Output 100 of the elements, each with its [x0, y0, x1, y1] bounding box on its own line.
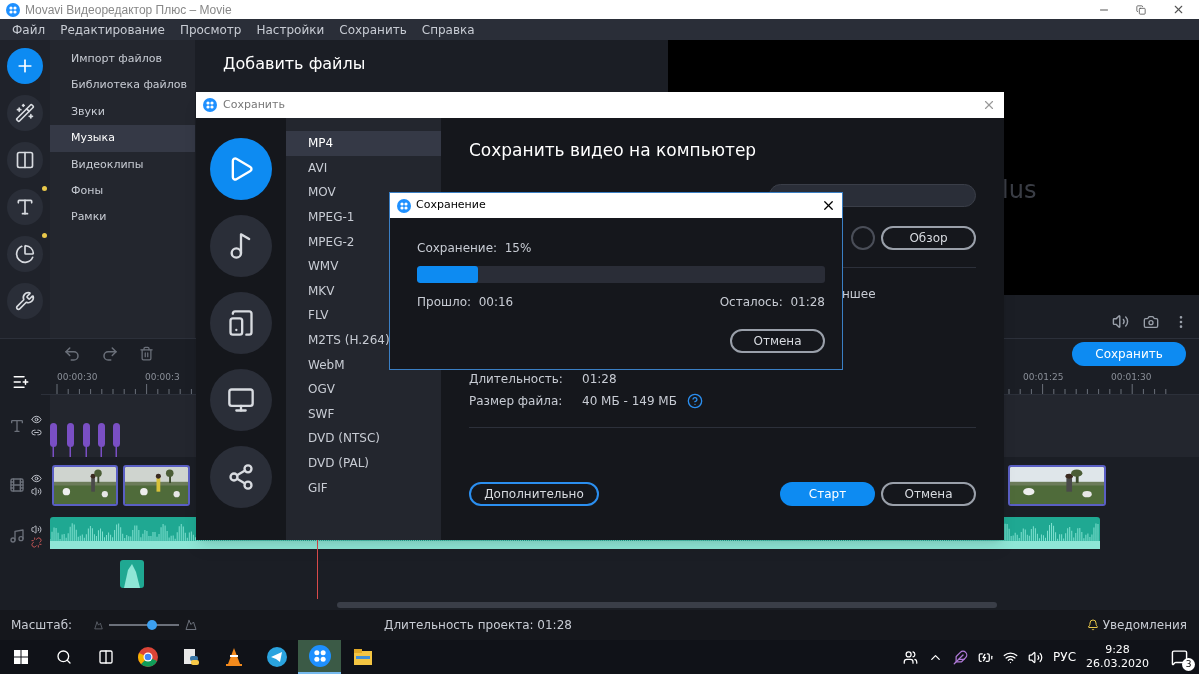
file-size-value: 40 МБ - 149 МБ	[582, 393, 677, 410]
paper-plane-icon	[266, 647, 287, 667]
save-button[interactable]: Сохранить	[1072, 341, 1186, 366]
category-item[interactable]: Импорт файлов	[50, 46, 195, 73]
format-item[interactable]: AVI	[286, 155, 441, 181]
volume-icon[interactable]	[1112, 313, 1129, 330]
ruler-time: 00:00:30	[57, 370, 99, 384]
tool-button[interactable]	[7, 95, 43, 131]
preview-text: lus	[1002, 176, 1037, 204]
clock-date: 26.03.2020	[1086, 657, 1149, 671]
ruler-time: 00:00:3	[145, 370, 181, 384]
magic-wand-icon	[15, 103, 35, 123]
category-item[interactable]: Фоны	[50, 177, 195, 205]
delete-icon[interactable]	[139, 346, 154, 362]
traffic-cone-icon	[223, 647, 244, 667]
browser-icon	[137, 647, 158, 667]
video-clip[interactable]	[52, 464, 118, 506]
scrollbar-thumb[interactable]	[337, 601, 997, 608]
restore-icon[interactable]	[1136, 4, 1146, 15]
people-icon[interactable]	[903, 649, 919, 665]
link-icon[interactable]	[30, 427, 42, 438]
undo-icon[interactable]	[63, 344, 81, 363]
elapsed-time: Прошло: 00:16	[417, 294, 514, 311]
zoom-in-icon[interactable]	[185, 619, 198, 631]
new-badge	[42, 233, 47, 238]
volume-icon[interactable]	[30, 524, 42, 535]
format-item[interactable]: GIF	[286, 475, 441, 500]
tools-icon	[15, 291, 35, 311]
category-item[interactable]: Рамки	[50, 204, 195, 231]
app-logo-icon	[308, 645, 331, 667]
advanced-button[interactable]: Дополнительно	[469, 482, 599, 506]
dialog-title: Сохранение	[416, 197, 486, 214]
visibility-icon[interactable]	[30, 473, 42, 484]
category-item[interactable]: Музыка	[50, 125, 195, 152]
start-button[interactable]: Старт	[780, 482, 875, 506]
title-markers-drawing	[50, 423, 120, 457]
sticker-icon	[15, 244, 35, 264]
dialog-heading: Сохранить видео на компьютер	[469, 139, 758, 162]
category-item[interactable]: Звуки	[50, 98, 195, 126]
cancel-button[interactable]: Отмена	[881, 482, 976, 506]
quality-text: ншее	[842, 287, 876, 301]
remaining-time: Осталось: 01:28	[719, 294, 825, 311]
category-item[interactable]: Видеоклипы	[50, 151, 195, 178]
duration-value: 01:28	[582, 371, 617, 386]
zoom-out-icon[interactable]	[94, 620, 104, 630]
format-item[interactable]: SWF	[286, 401, 441, 427]
menu-item[interactable]: Редактирование	[60, 20, 165, 39]
dialog-title: Сохранить	[223, 96, 285, 113]
window-title: Movavi Видеоредактор Плюс – Movie	[25, 1, 232, 19]
cancel-button[interactable]: Отмена	[730, 329, 825, 353]
new-badge	[42, 186, 47, 191]
video-track-icon	[8, 477, 25, 493]
camera-icon[interactable]	[1143, 313, 1159, 330]
notification-count: 3	[1182, 658, 1195, 671]
folder-icon	[352, 648, 373, 666]
format-item[interactable]: MP4	[286, 131, 441, 156]
category-item[interactable]: Библиотека файлов	[50, 72, 195, 99]
redo-icon[interactable]	[101, 344, 119, 363]
taskbar-app-button[interactable]	[298, 640, 341, 674]
ruler-time: 00:01:30	[1111, 370, 1153, 384]
text-track-icon	[8, 418, 25, 434]
browse-button[interactable]: Обзор	[881, 226, 976, 250]
duration-label: Длительность:	[469, 371, 564, 386]
bell-icon[interactable]	[1086, 619, 1099, 631]
notifications-link[interactable]: Уведомления	[1102, 616, 1187, 634]
language-indicator[interactable]: РУС	[1053, 648, 1076, 666]
menu-item[interactable]: Файл	[12, 20, 46, 39]
logo-icon	[203, 98, 217, 112]
format-item[interactable]: DVD (PAL)	[286, 450, 441, 476]
task-view-icon[interactable]	[98, 649, 114, 665]
menu-item[interactable]: Просмотр	[179, 20, 242, 39]
tool-button[interactable]	[7, 283, 43, 319]
format-item[interactable]: DVD (NTSC)	[286, 426, 441, 451]
windows-start-icon[interactable]	[14, 650, 28, 664]
visibility-icon[interactable]	[30, 414, 42, 425]
clock[interactable]: 9:28 26.03.2020	[1086, 643, 1149, 671]
monitor-icon	[227, 386, 255, 414]
menu-item[interactable]: Справка	[421, 20, 475, 39]
unlink-icon[interactable]	[30, 537, 42, 548]
share-icon	[227, 463, 255, 491]
menu-item[interactable]: Настройки	[256, 20, 325, 39]
close-icon[interactable]	[821, 198, 836, 213]
volume-icon[interactable]	[1028, 649, 1044, 665]
wifi-icon[interactable]	[1003, 649, 1019, 665]
ruler-time: 00:01:25	[1023, 370, 1065, 384]
close-icon[interactable]	[1172, 3, 1185, 16]
search-icon[interactable]	[56, 649, 72, 665]
video-clip[interactable]	[123, 464, 190, 506]
feather-icon[interactable]	[953, 649, 969, 665]
panel-title: Добавить файлы	[223, 54, 366, 73]
help-icon[interactable]	[686, 393, 703, 409]
tool-button[interactable]	[7, 48, 43, 84]
logo-icon	[397, 198, 411, 213]
zoom-thumb[interactable]	[147, 620, 158, 630]
tool-button[interactable]	[7, 142, 43, 178]
menu-item[interactable]: Сохранить	[339, 20, 407, 39]
format-item[interactable]: OGV	[286, 376, 441, 402]
volume-icon[interactable]	[30, 486, 42, 497]
clock-time: 9:28	[1105, 643, 1130, 657]
devices-icon	[227, 309, 255, 337]
